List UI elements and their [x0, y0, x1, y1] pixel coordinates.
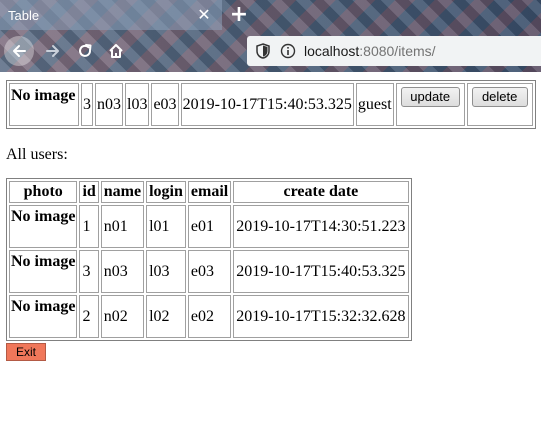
- users-table: photo id name login email create date No…: [6, 178, 412, 341]
- exit-button[interactable]: Exit: [6, 343, 46, 361]
- user-login: l01: [146, 205, 186, 248]
- item-email: e03: [151, 83, 179, 126]
- user-create-date: 2019-10-17T14:30:51.223: [233, 205, 409, 248]
- table-row: No image 2 n02 l02 e02 2019-10-17T15:32:…: [9, 295, 409, 338]
- column-header-login: login: [146, 181, 186, 203]
- user-name: n02: [100, 295, 145, 338]
- table-header-row: photo id name login email create date: [9, 181, 409, 203]
- user-create-date: 2019-10-17T15:40:53.325: [233, 250, 409, 293]
- user-id: 1: [79, 205, 99, 248]
- table-row: No image 3 n03 l03 e03 2019-10-17T15:40:…: [9, 250, 409, 293]
- url-path: :8080/items/: [359, 43, 436, 59]
- photo-cell: No image: [9, 295, 78, 338]
- delete-button[interactable]: delete: [471, 87, 528, 107]
- table-row: No image 3 n03 l03 e03 2019-10-17T15:40:…: [9, 83, 533, 126]
- item-photo-cell: No image: [9, 83, 79, 126]
- close-icon[interactable]: ✕: [194, 4, 214, 24]
- column-header-name: name: [100, 181, 145, 203]
- user-id: 2: [79, 295, 99, 338]
- home-icon[interactable]: [101, 36, 131, 66]
- item-name: n03: [95, 83, 123, 126]
- current-item-table: No image 3 n03 l03 e03 2019-10-17T15:40:…: [6, 80, 536, 129]
- user-photo: No image: [11, 208, 76, 225]
- user-email: e03: [187, 250, 232, 293]
- column-header-create-date: create date: [233, 181, 409, 203]
- user-login: l03: [146, 250, 186, 293]
- url-bar[interactable]: localhost:8080/items/: [247, 36, 541, 66]
- info-icon[interactable]: [280, 43, 296, 59]
- user-name: n03: [100, 250, 145, 293]
- update-cell: update: [395, 83, 465, 126]
- item-photo: No image: [11, 87, 76, 104]
- all-users-label: All users:: [6, 146, 68, 163]
- browser-chrome: Table ✕ + localhost:8080/items/: [0, 0, 541, 72]
- url-text[interactable]: localhost:8080/items/: [304, 43, 436, 59]
- item-create-date: 2019-10-17T15:40:53.325: [180, 83, 354, 126]
- user-create-date: 2019-10-17T15:32:32.628: [233, 295, 409, 338]
- column-header-photo: photo: [9, 181, 78, 203]
- tab-title: Table: [8, 7, 40, 23]
- delete-cell: delete: [466, 83, 533, 126]
- user-name: n01: [100, 205, 145, 248]
- user-photo: No image: [11, 298, 76, 315]
- table-row: No image 1 n01 l01 e01 2019-10-17T14:30:…: [9, 205, 409, 248]
- column-header-email: email: [187, 181, 232, 203]
- user-photo: No image: [11, 253, 76, 270]
- forward-icon[interactable]: [38, 36, 68, 66]
- user-id: 3: [79, 250, 99, 293]
- user-email: e02: [187, 295, 232, 338]
- shield-icon[interactable]: [256, 43, 270, 59]
- column-header-id: id: [79, 181, 99, 203]
- url-host: localhost: [304, 43, 360, 59]
- browser-tab[interactable]: Table ✕: [0, 0, 222, 30]
- user-email: e01: [187, 205, 232, 248]
- item-role: guest: [355, 83, 394, 126]
- reload-icon[interactable]: [70, 36, 100, 66]
- photo-cell: No image: [9, 250, 78, 293]
- plus-icon[interactable]: +: [228, 2, 250, 27]
- update-button[interactable]: update: [400, 87, 460, 107]
- user-login: l02: [146, 295, 186, 338]
- item-login: l03: [125, 83, 150, 126]
- item-id: 3: [81, 83, 93, 126]
- back-icon[interactable]: [4, 36, 34, 66]
- photo-cell: No image: [9, 205, 78, 248]
